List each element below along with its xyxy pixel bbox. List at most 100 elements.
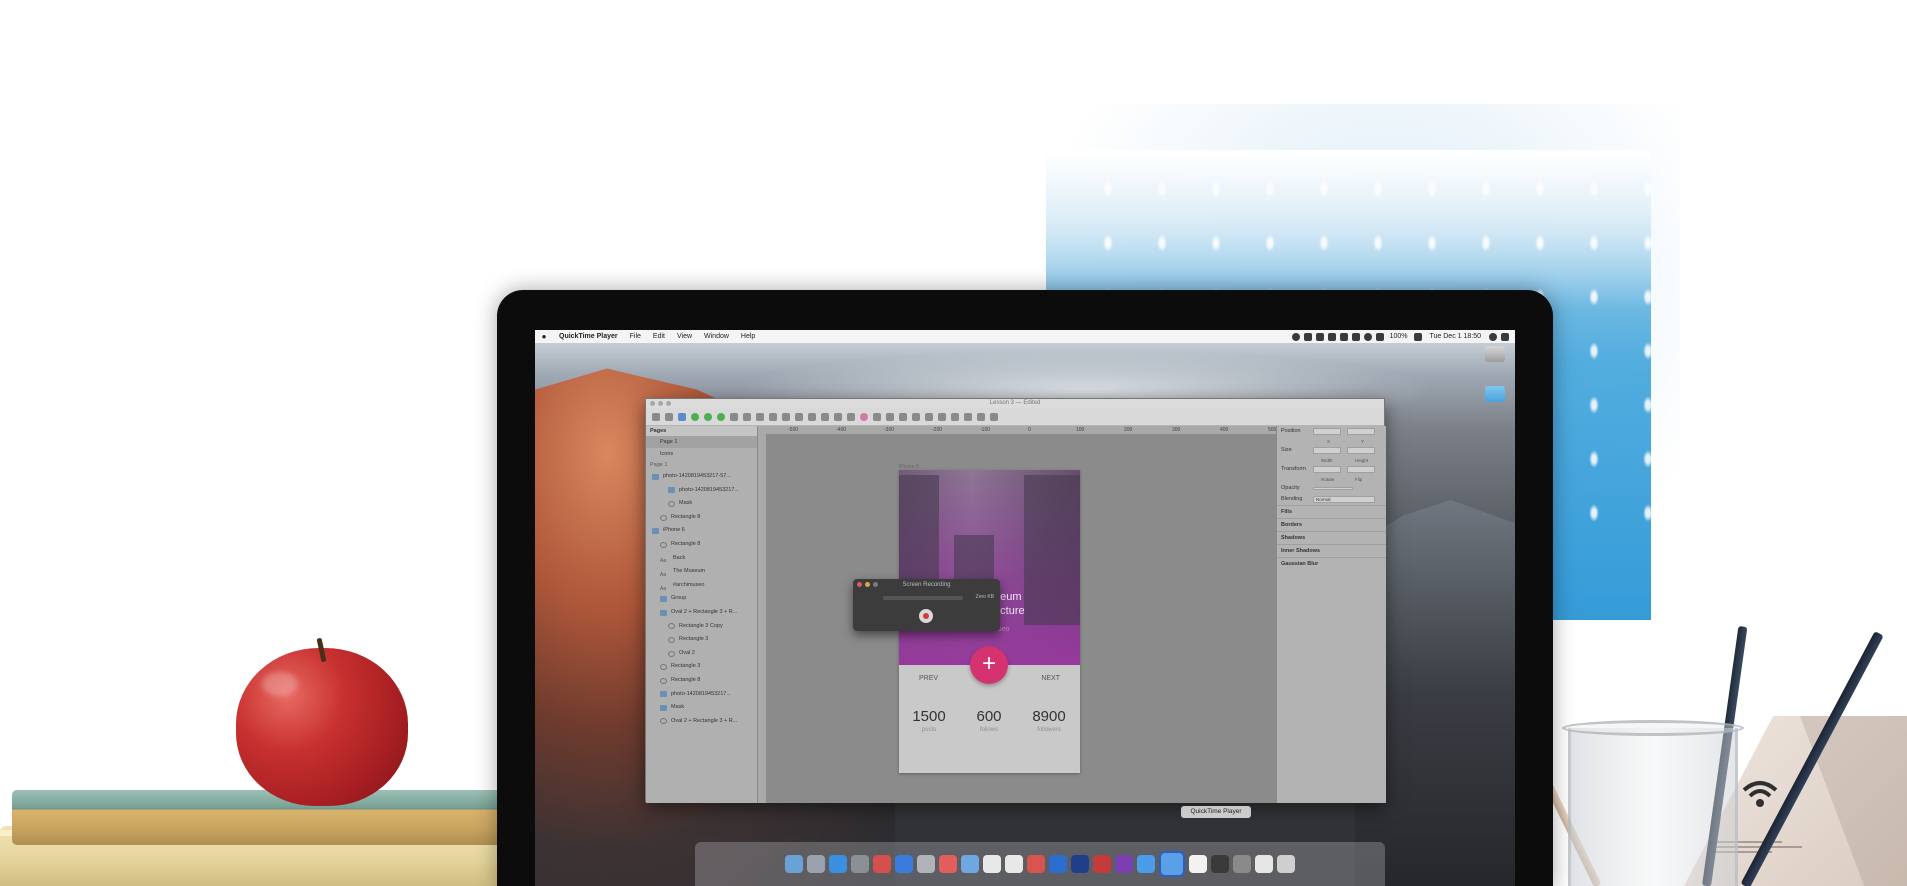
layer-row[interactable]: Group	[646, 592, 757, 606]
spotlight-search-icon[interactable]	[1489, 332, 1497, 341]
battery-icon[interactable]	[1413, 332, 1422, 341]
symbol-tool-icon[interactable]	[769, 412, 777, 421]
union-tool-icon[interactable]	[873, 412, 881, 421]
quicktime-dock-icon[interactable]	[1159, 851, 1185, 877]
menu-view[interactable]: View	[671, 333, 698, 340]
dock-app-icon[interactable]	[1049, 855, 1067, 873]
mask-tool-icon[interactable]	[847, 412, 855, 421]
page-item-page-1[interactable]: Page 1	[646, 436, 757, 448]
forward-tool-icon[interactable]	[925, 412, 933, 421]
layer-row[interactable]: Rectangle 3 Copy	[646, 620, 757, 634]
layer-row[interactable]: Rectangle 8	[646, 674, 757, 688]
menu-help[interactable]: Help	[735, 333, 761, 340]
dock-app-icon[interactable]	[939, 855, 957, 873]
dock-app-icon[interactable]	[1093, 855, 1111, 873]
rectangle-tool-icon[interactable]	[704, 412, 712, 421]
layer-row[interactable]: Mask	[646, 497, 757, 511]
layer-row[interactable]: Oval 2 + Rectangle 3 + R...	[646, 606, 757, 620]
group-tool-icon[interactable]	[665, 412, 673, 421]
dock-app-icon[interactable]	[1115, 855, 1133, 873]
color-tool-icon[interactable]	[860, 412, 868, 421]
desktop-folder-icon[interactable]	[1480, 386, 1510, 404]
dock-app-icon[interactable]	[1233, 855, 1251, 873]
difference-tool-icon[interactable]	[912, 412, 920, 421]
layer-row[interactable]: Mask	[646, 701, 757, 715]
zoom-tool-icon[interactable]	[782, 412, 790, 421]
status-app-icon[interactable]	[1303, 332, 1312, 341]
dock-app-icon[interactable]	[785, 855, 803, 873]
layer-row[interactable]: Rectangle 3	[646, 660, 757, 674]
layer-row[interactable]: Rectangle 3	[646, 633, 757, 647]
fills-section[interactable]: Fills	[1277, 505, 1386, 518]
hero-image[interactable]: The Museum of Architecture #archimuseo	[899, 470, 1080, 665]
layer-row[interactable]: photo-1420819453217...	[646, 688, 757, 702]
dock-app-icon[interactable]	[807, 855, 825, 873]
add-button[interactable]: +	[970, 646, 1008, 684]
canvas[interactable]: -500 -400 -300 -200 -100 0 100 200 300 400 500 iPh…	[758, 426, 1276, 803]
menu-app-name[interactable]: QuickTime Player	[553, 333, 624, 340]
status-display-icon[interactable]	[1339, 332, 1348, 341]
dock-app-icon[interactable]	[1071, 855, 1089, 873]
dock-app-icon[interactable]	[873, 855, 891, 873]
transform-tool-icon[interactable]	[808, 412, 816, 421]
volume-icon[interactable]	[1375, 332, 1384, 341]
battery-percentage[interactable]: 100%	[1388, 333, 1410, 340]
layer-row[interactable]: Aa #archimuseo	[646, 579, 757, 593]
menu-edit[interactable]: Edit	[647, 333, 671, 340]
dock-app-icon[interactable]	[1027, 855, 1045, 873]
wifi-status-icon[interactable]	[1363, 332, 1372, 341]
status-cloud-icon[interactable]	[1315, 332, 1324, 341]
layer-row[interactable]: Rectangle 8	[646, 538, 757, 552]
x-field[interactable]	[1313, 428, 1341, 435]
height-field[interactable]	[1347, 447, 1375, 454]
dock-app-icon[interactable]	[1277, 855, 1295, 873]
notification-center-icon[interactable]	[1501, 332, 1509, 341]
layer-row[interactable]: Oval 2 + Rectangle 3 + R...	[646, 715, 757, 729]
layer-row[interactable]: Rectangle 8	[646, 511, 757, 525]
dock-app-icon[interactable]	[1211, 855, 1229, 873]
dock-app-icon[interactable]	[1255, 855, 1273, 873]
status-record-icon[interactable]	[1291, 332, 1300, 341]
dock-app-icon[interactable]	[1137, 855, 1155, 873]
mirror-tool-icon[interactable]	[951, 412, 959, 421]
pencil-tool-icon[interactable]	[730, 412, 738, 421]
dock-app-icon[interactable]	[851, 855, 869, 873]
view-tool-icon[interactable]	[977, 412, 985, 421]
menu-window[interactable]: Window	[698, 333, 735, 340]
layer-row[interactable]: photo-1420819453217-57...	[646, 470, 757, 484]
layer-row[interactable]: iPhone 6	[646, 524, 757, 538]
dock-app-icon[interactable]	[829, 855, 847, 873]
dock-app-icon[interactable]	[1189, 855, 1207, 873]
page-item-icons[interactable]: Icons	[646, 448, 757, 460]
menu-file[interactable]: File	[624, 333, 647, 340]
menu-clock[interactable]: Tue Dec 1 18:50	[1426, 333, 1486, 340]
oval-tool-icon[interactable]	[691, 412, 699, 421]
flip-field[interactable]	[1347, 466, 1375, 473]
subtract-tool-icon[interactable]	[886, 412, 894, 421]
y-field[interactable]	[1347, 428, 1375, 435]
prev-button[interactable]: PREV	[919, 675, 938, 682]
cloud-tool-icon[interactable]	[964, 412, 972, 421]
status-sync-icon[interactable]	[1327, 332, 1336, 341]
rotate-tool-icon[interactable]	[821, 412, 829, 421]
layer-row[interactable]: Oval 2	[646, 647, 757, 661]
dock-app-icon[interactable]	[961, 855, 979, 873]
backward-tool-icon[interactable]	[938, 412, 946, 421]
dock-app-icon[interactable]	[895, 855, 913, 873]
width-field[interactable]	[1313, 447, 1341, 454]
dock-app-icon[interactable]	[983, 855, 1001, 873]
next-button[interactable]: NEXT	[1041, 675, 1060, 682]
gaussian-blur-section[interactable]: Gaussian Blur	[1277, 557, 1386, 570]
dock-app-icon[interactable]	[1005, 855, 1023, 873]
borders-section[interactable]: Borders	[1277, 518, 1386, 531]
opacity-slider[interactable]	[1313, 487, 1353, 490]
status-airplay-icon[interactable]	[1351, 332, 1360, 341]
dock-app-icon[interactable]	[917, 855, 935, 873]
desktop-drive-icon[interactable]	[1480, 346, 1510, 364]
flatten-tool-icon[interactable]	[834, 412, 842, 421]
inner-shadows-section[interactable]: Inner Shadows	[1277, 544, 1386, 557]
blending-select[interactable]: Normal	[1313, 496, 1375, 503]
export-tool-icon[interactable]	[990, 412, 998, 421]
edit-tool-icon[interactable]	[795, 412, 803, 421]
layer-row[interactable]: Aa The Museum	[646, 565, 757, 579]
